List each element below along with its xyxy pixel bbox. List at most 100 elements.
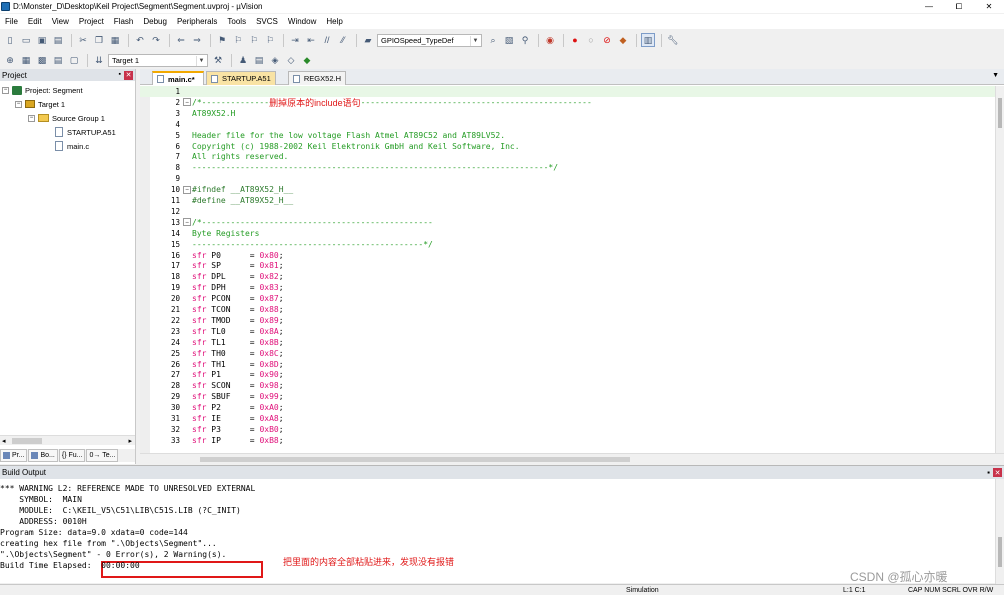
bookmark-icon[interactable]: ⚑ xyxy=(215,33,229,47)
tree-item-target[interactable]: − Target 1 xyxy=(15,98,65,110)
editor-horizontal-scrollbar[interactable] xyxy=(140,453,1004,464)
window-layout-icon[interactable]: ▥ xyxy=(641,33,655,47)
collapse-icon[interactable]: − xyxy=(2,86,9,94)
tab-templates[interactable]: 0→ Te... xyxy=(86,449,119,462)
code-line[interactable]: 17 sfr SP = 0x81; xyxy=(140,260,995,271)
select-packs-icon[interactable]: ◇ xyxy=(284,53,298,67)
breakpoint-icon[interactable]: ● xyxy=(568,33,582,47)
code-line[interactable]: 8 ---------------------------------------… xyxy=(140,162,995,173)
code-line[interactable]: 23 sfr TL0 = 0x8A; xyxy=(140,326,995,337)
scroll-thumb[interactable] xyxy=(200,457,630,462)
code-line[interactable]: 11 #define __AT89X52_H__ xyxy=(140,195,995,206)
tree-item-source-group[interactable]: − Source Group 1 xyxy=(28,112,105,124)
prev-bookmark-icon[interactable]: ⚐ xyxy=(231,33,245,47)
run-time-env-icon[interactable]: ◆ xyxy=(300,53,314,67)
pack-installer-icon[interactable]: ◈ xyxy=(268,53,282,67)
kill-breakpoints-icon[interactable]: ⊘ xyxy=(600,33,614,47)
code-line[interactable]: 25 sfr TH0 = 0x8C; xyxy=(140,348,995,359)
scroll-right-icon[interactable]: ▸ xyxy=(128,437,132,445)
scroll-thumb[interactable] xyxy=(998,98,1002,128)
redo-icon[interactable]: ↷ xyxy=(149,33,163,47)
menu-window[interactable]: Window xyxy=(283,17,321,26)
scroll-thumb[interactable] xyxy=(998,537,1002,567)
menu-edit[interactable]: Edit xyxy=(23,17,47,26)
close-icon[interactable]: ✕ xyxy=(993,468,1002,477)
configure-icon[interactable]: ◆ xyxy=(616,33,630,47)
tree-item-startup[interactable]: STARTUP.A51 xyxy=(55,126,116,138)
clear-bookmarks-icon[interactable]: ⚐ xyxy=(263,33,277,47)
file-extensions-icon[interactable]: ▤ xyxy=(252,53,266,67)
unindent-icon[interactable]: ⇤ xyxy=(304,33,318,47)
code-line[interactable]: 15 --------------------------------------… xyxy=(140,239,995,250)
code-line[interactable]: 19 sfr DPH = 0x83; xyxy=(140,282,995,293)
rebuild-icon[interactable]: ▩ xyxy=(35,53,49,67)
undo-icon[interactable]: ↶ xyxy=(133,33,147,47)
editor-vertical-scrollbar[interactable] xyxy=(995,86,1004,453)
open-folder-icon[interactable]: ▭ xyxy=(19,33,33,47)
code-line[interactable]: 9 xyxy=(140,173,995,184)
code-line[interactable]: 12 xyxy=(140,206,995,217)
code-line[interactable]: 16 sfr P0 = 0x80; xyxy=(140,250,995,261)
chevron-down-icon[interactable]: ▼ xyxy=(470,35,480,46)
manage-components-icon[interactable]: ♟ xyxy=(236,53,250,67)
code-line[interactable]: 33 sfr IP = 0xB8; xyxy=(140,435,995,446)
menu-flash[interactable]: Flash xyxy=(109,17,139,26)
code-line[interactable]: 2−/*-------------- 删掉原本的include语句 --------… xyxy=(140,97,995,108)
comment-icon[interactable]: // xyxy=(320,33,334,47)
minimize-button[interactable]: — xyxy=(914,0,944,13)
code-line[interactable]: 22 sfr TMOD = 0x89; xyxy=(140,315,995,326)
editor-tab-main[interactable]: main.c* xyxy=(152,71,204,85)
pin-icon[interactable]: ▪ xyxy=(987,468,990,477)
indent-icon[interactable]: ⇥ xyxy=(288,33,302,47)
batch-build-icon[interactable]: ▤ xyxy=(51,53,65,67)
uncomment-icon[interactable]: ⁄⁄ xyxy=(336,33,350,47)
code-line[interactable]: 27 sfr P1 = 0x90; xyxy=(140,369,995,380)
tab-project[interactable]: Pr... xyxy=(0,449,28,462)
target-combo[interactable]: Target 1 ▼ xyxy=(108,53,208,67)
code-line[interactable]: 28 sfr SCON = 0x98; xyxy=(140,380,995,391)
incremental-find-icon[interactable]: ▧ xyxy=(502,33,516,47)
code-line[interactable]: 3 AT89X52.H xyxy=(140,108,995,119)
code-line[interactable]: 24 sfr TL1 = 0x8B; xyxy=(140,337,995,348)
menu-help[interactable]: Help xyxy=(321,17,347,26)
build-icon[interactable]: ▦ xyxy=(19,53,33,67)
code-line[interactable]: 6 Copyright (c) 1988-2002 Keil Elektronik… xyxy=(140,141,995,152)
close-icon[interactable]: ✕ xyxy=(124,70,133,80)
code-line[interactable]: 4 xyxy=(140,119,995,130)
translate-icon[interactable]: ⊕ xyxy=(3,53,17,67)
save-icon[interactable]: ▣ xyxy=(35,33,49,47)
chevron-down-icon[interactable]: ▼ xyxy=(196,55,206,66)
code-line[interactable]: 26 sfr TH1 = 0x8D; xyxy=(140,359,995,370)
tree-item-main[interactable]: main.c xyxy=(55,140,89,152)
code-line[interactable]: 30 sfr P2 = 0xA0; xyxy=(140,402,995,413)
menu-peripherals[interactable]: Peripherals xyxy=(172,17,222,26)
code-line[interactable]: 7 All rights reserved. xyxy=(140,151,995,162)
code-line[interactable]: 18 sfr DPL = 0x82; xyxy=(140,271,995,282)
maximize-button[interactable]: ⧠ xyxy=(944,0,974,13)
menu-project[interactable]: Project xyxy=(74,17,109,26)
download-icon[interactable]: ⇊ xyxy=(92,53,106,67)
fold-toggle-icon[interactable]: − xyxy=(183,218,191,227)
debug-session-icon[interactable]: ◉ xyxy=(543,33,557,47)
nav-forward-icon[interactable]: ⇒ xyxy=(190,33,204,47)
wrench-icon[interactable]: 🔧︎ xyxy=(666,33,680,47)
tab-list-chevron-icon[interactable]: ▼ xyxy=(992,72,999,79)
nav-back-icon[interactable]: ⇐ xyxy=(174,33,188,47)
find-combo[interactable]: GPIOSpeed_TypeDef ▼ xyxy=(377,33,482,47)
menu-svcs[interactable]: SVCS xyxy=(251,17,283,26)
editor-tab-startup[interactable]: STARTUP.A51 xyxy=(206,71,276,85)
code-line[interactable]: 29 sfr SBUF = 0x99; xyxy=(140,391,995,402)
find-in-files-icon[interactable]: ▰ xyxy=(361,33,375,47)
copy-icon[interactable]: ❐ xyxy=(92,33,106,47)
cut-icon[interactable]: ✂ xyxy=(76,33,90,47)
paste-icon[interactable]: ▦ xyxy=(108,33,122,47)
tree-item-project[interactable]: − Project: Segment xyxy=(2,84,83,96)
tab-functions[interactable]: {} Fu... xyxy=(58,449,86,462)
code-area[interactable]: 1 2−/*-------------- 删掉原本的include语句 -------… xyxy=(140,86,995,453)
new-file-icon[interactable]: ▯ xyxy=(3,33,17,47)
next-bookmark-icon[interactable]: ⚐ xyxy=(247,33,261,47)
code-line[interactable]: 5 Header file for the low voltage Flash A… xyxy=(140,130,995,141)
scroll-left-icon[interactable]: ◂ xyxy=(2,437,6,445)
project-horizontal-scrollbar[interactable]: ◂ ▸ xyxy=(0,435,135,445)
code-line[interactable]: 20 sfr PCON = 0x87; xyxy=(140,293,995,304)
